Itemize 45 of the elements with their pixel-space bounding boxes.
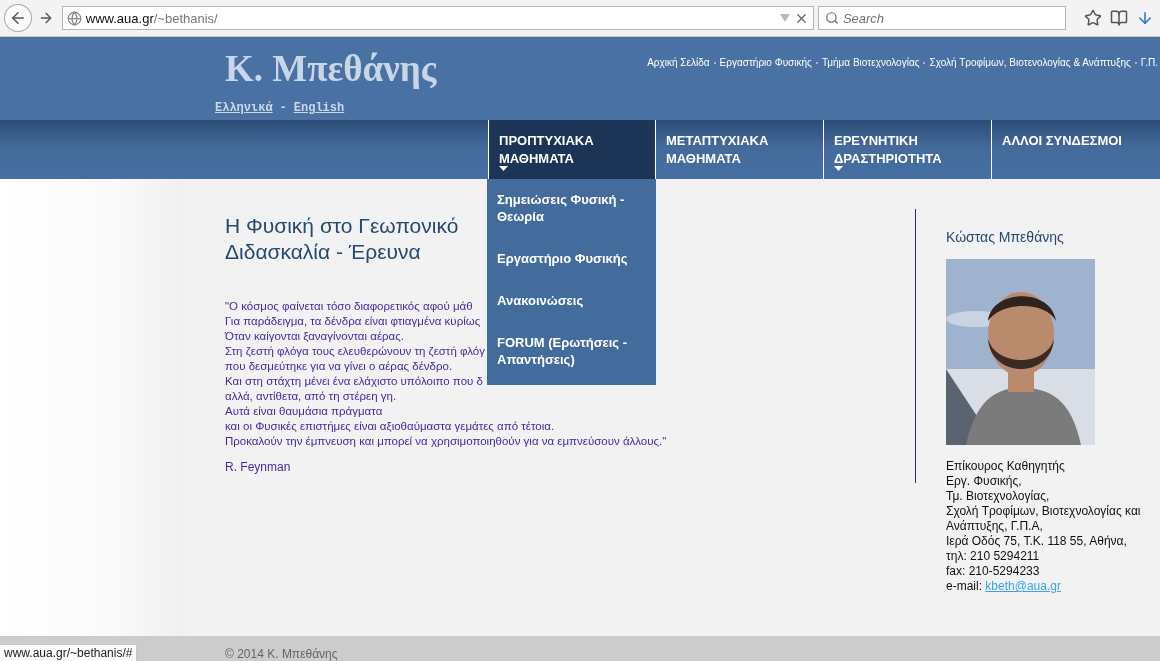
nav-tab[interactable]: ΜΕΤΑΠΤΥΧΙΑΚΑ ΜΑΘΗΜΑΤΑ — [656, 120, 824, 179]
search-field[interactable]: Search — [842, 8, 1059, 28]
top-link[interactable]: Εργαστήριο Φυσικής — [719, 57, 812, 68]
top-link[interactable]: Αρχική Σελίδα — [647, 57, 710, 68]
contact-details: Επίκουρος Καθηγητής Εργ. Φυσικής, Τμ. Βιοτεχνολογίας, Σχολή Τροφίμων, Βιοτεχνολογίας και Ανάπτυξης, Γ.Π.Α, Ιερά Οδός 75, Τ.Κ. 118 55, Αθήνα, τηλ: 210 5294211 fax: 210-5294233 e-mail: kbeth@aua.gr — [946, 459, 1142, 594]
site-title: Κ. Μπεθάνης — [225, 47, 437, 90]
globe-icon — [66, 10, 82, 26]
page-title: Η Φυσική στο Γεωπονικό Διδασκαλία - Έρευνα — [225, 213, 459, 265]
language-separator: - — [279, 101, 287, 115]
bookmark-star-button[interactable] — [1082, 7, 1104, 29]
status-url: www.aua.gr/~bethanis/# — [0, 644, 138, 661]
language-link[interactable]: Ελληνικά — [215, 101, 273, 115]
caret-icon — [499, 166, 508, 171]
quote-author: R. Feynman — [225, 460, 292, 474]
top-link[interactable]: Τμήμα Βιοτεχνολογίας — [821, 57, 920, 68]
back-button[interactable] — [4, 4, 32, 32]
star-icon — [1084, 9, 1102, 27]
menu-item[interactable]: Ανακοινώσεις — [487, 290, 656, 311]
download-icon — [1136, 9, 1154, 27]
caret-icon — [834, 166, 843, 171]
copyright-text: © 2014 Κ. Μπεθάνης — [225, 647, 338, 661]
quote-line: Για παράδειγμα, τα δένδρα είναι φτιαγμένα κυρίως — [225, 314, 481, 329]
quote-line: και οι Φυσικές επιστήμες είναι αξιοθαύμαστα γεμάτες από τέτοια. — [225, 419, 555, 434]
address-bar[interactable]: www.aua.gr/~bethanis/ — [61, 6, 814, 30]
book-icon — [1110, 9, 1128, 27]
profile-name: Κώστας Μπεθάνης — [946, 229, 1065, 245]
nav-tab[interactable]: ΠΡΟΠΤΥΧΙΑΚΑ ΜΑΘΗΜΑΤΑ — [488, 120, 656, 179]
quote-line: Στη ζεστή φλόγα τους ελευθερώνουν τη ζεστή φλόγ — [225, 344, 485, 359]
menu-item[interactable]: Εργαστήριο Φυσικής — [487, 248, 656, 269]
menu-item[interactable]: FORUM (Ερωτήσεις - Απαντήσεις) — [487, 332, 656, 370]
nav-tab[interactable]: ΕΡΕΥΝΗΤΙΚΗ ΔΡΑΣΤΗΡΙΟΤΗΤΑ — [824, 120, 992, 179]
top-link[interactable]: Γ.Π. — [1140, 57, 1158, 68]
quote-line: αλλά, αντίθετα, από τη στέρεη γη. — [225, 389, 397, 404]
top-link[interactable]: Σχολή Τροφίμων, Βιοτενολογίας & Ανάπτυξης — [929, 57, 1131, 68]
quote-line: "Ο κόσμος φαίνεται τόσο διαφορετικός αφού μάθ — [225, 299, 473, 314]
search-bar[interactable]: Search — [817, 6, 1066, 30]
nav-tab[interactable]: ΑΛΛΟΙ ΣΥΝΔΕΣΜΟΙ — [992, 120, 1160, 179]
quote-line: Και στη στάχτη μένει ένα ελάχιστο υπόλοιπο που δ — [225, 374, 483, 389]
quote-line: που δεσμεύτηκε για να γίνει ο αέρας δένδρο. — [225, 359, 453, 374]
quote-line: Όταν καίγονται ξαναγίνονται αέρας. — [225, 329, 404, 344]
quote-line: Αυτά είναι θαυμάσια πράγματα — [225, 404, 383, 419]
language-link[interactable]: English — [293, 101, 345, 115]
quote-line: Προκαλούν την έμπνευση και μπορεί να χρησιμοποιηθούν για να εμπνεύσουν άλλους." — [225, 434, 667, 449]
search-icon — [824, 11, 839, 25]
menu-item[interactable]: Σημειώσεις Φυσική - Θεωρία — [487, 189, 656, 227]
